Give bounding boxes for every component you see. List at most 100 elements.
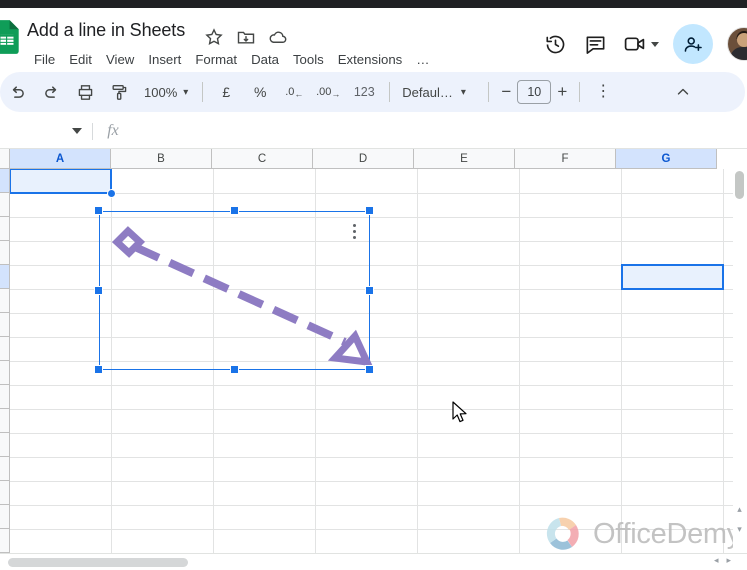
toolbar-area: 100% ▾ £ % .0 ← .00 → 123 Defaul… ▾ − 10… <box>0 70 747 114</box>
row-header-13[interactable] <box>0 457 9 481</box>
collapse-toolbar-icon[interactable] <box>669 78 697 106</box>
zoom-control[interactable]: 100% ▾ <box>138 78 194 106</box>
spreadsheet-grid: A B C D E F G <box>0 149 747 553</box>
font-family-label: Defaul… <box>402 84 453 100</box>
row-header-16[interactable] <box>0 529 9 553</box>
resize-handle-ne[interactable] <box>365 206 374 215</box>
horizontal-scroll-thumb[interactable] <box>8 558 188 567</box>
more-vertical-glyph: ⋮ <box>595 83 612 100</box>
row-header-4[interactable] <box>0 241 9 265</box>
resize-handle-nw[interactable] <box>94 206 103 215</box>
menu-format[interactable]: Format <box>188 50 244 69</box>
video-call-icon[interactable] <box>620 29 650 59</box>
menu-extensions[interactable]: Extensions <box>331 50 410 69</box>
menu-data[interactable]: Data <box>244 50 286 69</box>
scroll-up-icon[interactable]: ▴ <box>734 504 745 515</box>
grid-vline <box>723 169 724 553</box>
print-icon[interactable] <box>71 78 99 106</box>
fill-handle[interactable] <box>107 189 116 198</box>
grid-hline <box>10 457 747 458</box>
undo-icon[interactable] <box>3 78 31 106</box>
menu-tools[interactable]: Tools <box>286 50 331 69</box>
resize-handle-e[interactable] <box>365 285 374 295</box>
chevron-down-icon[interactable] <box>72 128 82 134</box>
font-size-input[interactable]: 10 <box>517 80 552 104</box>
font-size-decrease-button[interactable]: − <box>495 80 517 104</box>
increase-decimal-button[interactable]: .00 → <box>314 78 342 106</box>
menu-file[interactable]: File <box>27 50 62 69</box>
resize-handle-n[interactable] <box>229 206 239 215</box>
number-format-button[interactable]: 123 <box>348 78 380 106</box>
name-box[interactable] <box>0 119 92 143</box>
chevron-down-icon[interactable] <box>651 41 659 47</box>
decrease-decimal-button[interactable]: .0 ← <box>280 78 308 106</box>
resize-handle-s[interactable] <box>229 365 239 374</box>
document-title[interactable]: Add a line in Sheets <box>27 20 185 41</box>
row-header-7[interactable] <box>0 313 9 337</box>
star-icon[interactable] <box>204 27 224 47</box>
horizontal-scrollbar[interactable]: ◂ ▸ <box>0 553 747 570</box>
resize-handle-se[interactable] <box>365 365 374 374</box>
select-all-corner[interactable] <box>0 149 10 169</box>
column-header-b[interactable]: B <box>111 149 212 169</box>
sheets-logo-icon[interactable] <box>0 20 20 54</box>
row-header-10[interactable] <box>0 385 9 409</box>
resize-handle-w[interactable] <box>94 285 103 295</box>
row-header-12[interactable] <box>0 433 9 457</box>
decrease-decimal-icon: .0 <box>285 86 295 98</box>
column-header-label: G <box>661 152 671 165</box>
font-family-select[interactable]: Defaul… ▾ <box>396 78 482 106</box>
share-button[interactable] <box>673 24 713 64</box>
menu-overflow[interactable]: … <box>409 50 436 69</box>
column-header-c[interactable]: C <box>212 149 313 169</box>
column-header-d[interactable]: D <box>313 149 414 169</box>
menu-view[interactable]: View <box>99 50 141 69</box>
increase-decimal-icon: .00 <box>316 86 332 98</box>
version-history-icon[interactable] <box>540 29 570 59</box>
row-header-2[interactable] <box>0 193 9 217</box>
percent-format-button[interactable]: % <box>246 78 274 106</box>
column-header-e[interactable]: E <box>414 149 515 169</box>
grid-hline <box>10 505 747 506</box>
cell-area[interactable] <box>9 168 747 553</box>
avatar-body <box>730 47 747 60</box>
paint-format-icon[interactable] <box>105 78 133 106</box>
row-header-15[interactable] <box>0 505 9 529</box>
column-header-label: E <box>460 152 468 165</box>
comment-icon[interactable] <box>580 29 610 59</box>
currency-format-button[interactable]: £ <box>212 78 240 106</box>
row-header-9[interactable] <box>0 361 9 385</box>
dashed-arrow-line <box>111 226 373 367</box>
font-size-increase-button[interactable]: + <box>551 80 573 104</box>
menu-edit[interactable]: Edit <box>62 50 99 69</box>
vertical-scroll-thumb[interactable] <box>735 171 744 199</box>
vertical-scrollbar[interactable]: ▴ ▾ <box>733 149 747 553</box>
grid-hline <box>10 481 747 482</box>
row-header-3[interactable] <box>0 217 9 241</box>
drawing-more-menu-icon[interactable] <box>346 219 362 243</box>
scroll-left-icon[interactable]: ◂ <box>714 555 719 566</box>
menu-insert[interactable]: Insert <box>141 50 188 69</box>
chevron-down-icon: ▾ <box>460 86 466 98</box>
line-drawing-object[interactable] <box>99 211 373 370</box>
row-header-1[interactable] <box>0 169 9 193</box>
row-header-8[interactable] <box>0 337 9 361</box>
column-header-g[interactable]: G <box>616 149 717 169</box>
more-options-icon[interactable]: ⋮ <box>589 78 617 106</box>
formula-input[interactable] <box>125 119 747 143</box>
row-header-14[interactable] <box>0 481 9 505</box>
video-call-button[interactable] <box>620 29 659 59</box>
row-header-11[interactable] <box>0 409 9 433</box>
percent-icon: % <box>254 84 267 100</box>
account-avatar[interactable] <box>727 27 747 61</box>
redo-icon[interactable] <box>37 78 65 106</box>
cloud-saved-icon[interactable] <box>268 27 288 47</box>
resize-handle-sw[interactable] <box>94 365 103 374</box>
scroll-right-icon[interactable]: ▸ <box>726 555 731 566</box>
column-header-a[interactable]: A <box>10 149 111 169</box>
column-header-f[interactable]: F <box>515 149 616 169</box>
scroll-down-icon[interactable]: ▾ <box>734 524 745 535</box>
row-header-6[interactable] <box>0 289 9 313</box>
row-header-5[interactable] <box>0 265 9 289</box>
move-folder-icon[interactable] <box>236 27 256 47</box>
